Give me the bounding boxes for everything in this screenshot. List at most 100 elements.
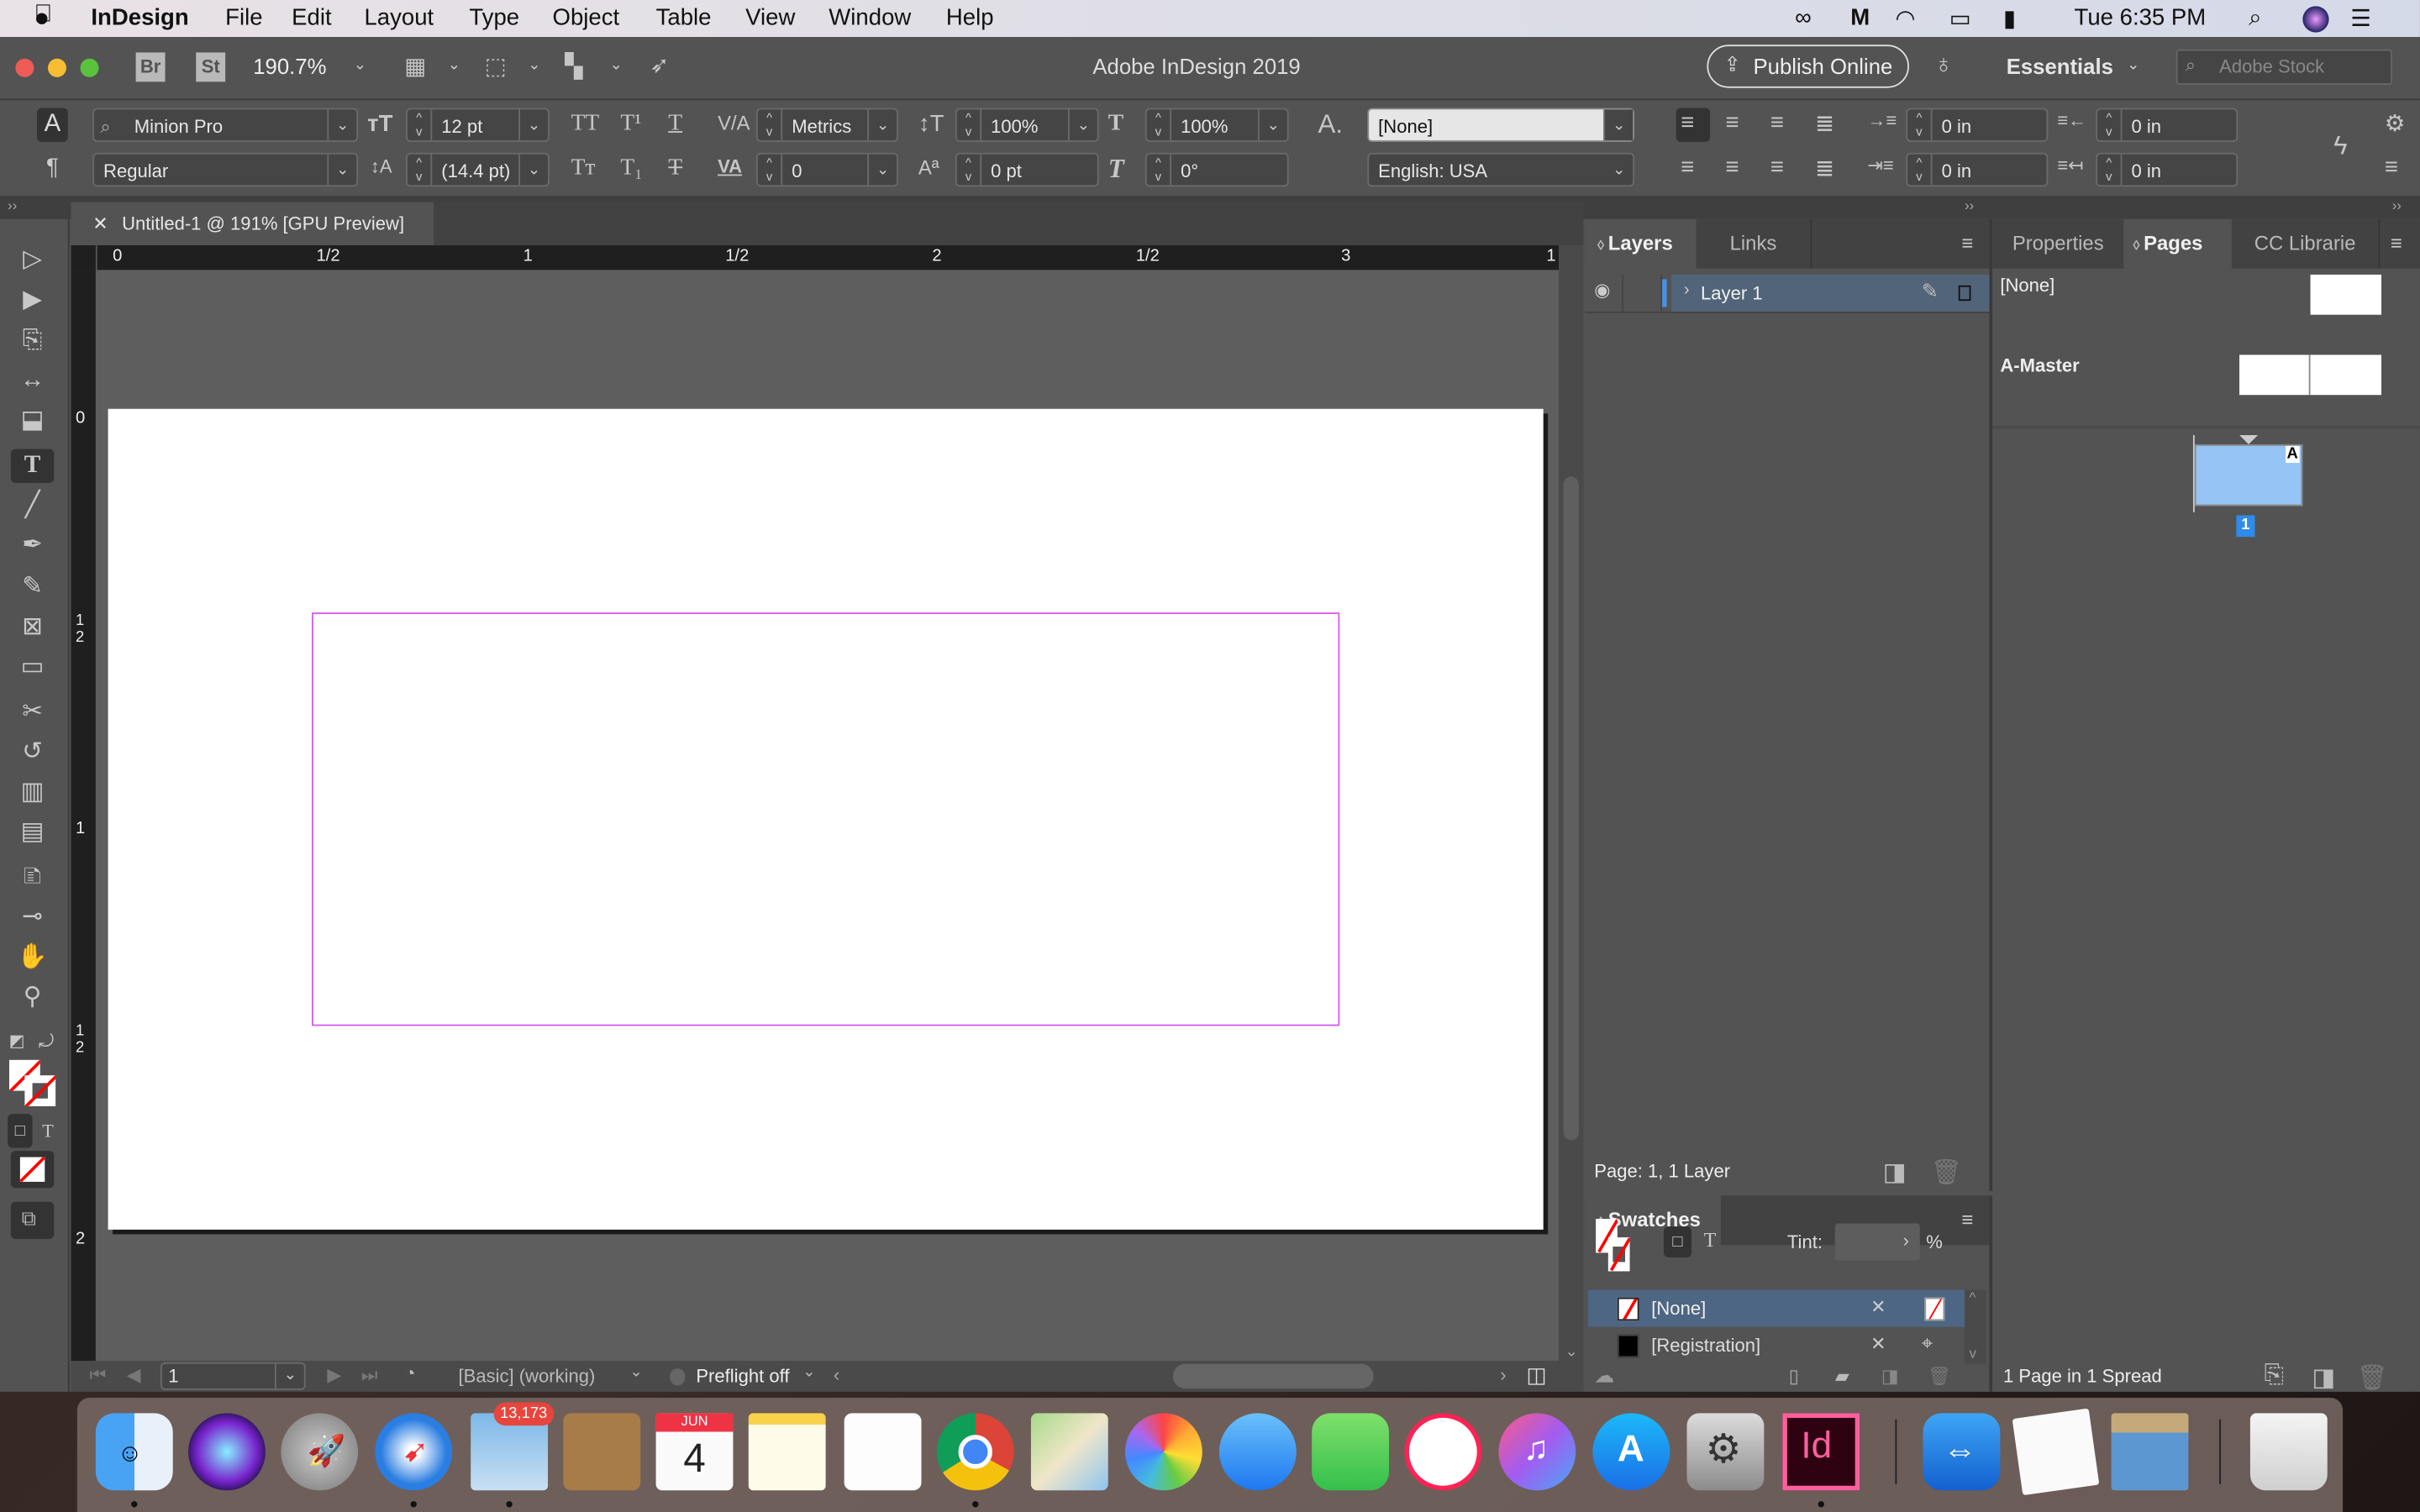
ruler-origin[interactable] (71, 245, 97, 270)
menu-app-name[interactable]: InDesign (91, 5, 188, 31)
menu-file[interactable]: File (225, 5, 262, 31)
edit-page-size-icon[interactable]: ⎘ (2264, 1362, 2284, 1390)
last-line-indent-field[interactable]: ^ v 0 in (2096, 152, 2238, 187)
scissors-tool-icon[interactable]: ✂ (11, 696, 54, 729)
document-page[interactable] (108, 408, 1544, 1230)
dock-itunes[interactable]: ♫ (1498, 1413, 1576, 1491)
chevron-down-icon[interactable]: ⌄ (274, 1363, 304, 1389)
vertical-scrollbar[interactable]: ⌄ (1559, 245, 1584, 1378)
lightbulb-icon[interactable]: ♁ (1933, 50, 1953, 81)
font-style-field[interactable]: Regular ⌄ (92, 152, 359, 187)
dock-textedit[interactable] (2012, 1408, 2100, 1496)
dock-indesign[interactable]: Id (1782, 1413, 1860, 1491)
zoom-level[interactable]: 190.7% (253, 54, 326, 78)
chevron-down-icon[interactable]: ⌄ (867, 109, 897, 141)
chevron-down-icon[interactable]: ⌄ (327, 109, 356, 141)
dock-launchpad[interactable]: 🚀 (281, 1413, 359, 1491)
apple-logo-icon[interactable]: ● (34, 3, 50, 34)
hand-tool-icon[interactable]: ✋ (11, 941, 54, 974)
zoom-tool-icon[interactable]: ⚲ (11, 981, 54, 1015)
menu-view[interactable]: View (745, 5, 795, 31)
layer-name[interactable]: Layer 1 (1701, 282, 1763, 304)
small-caps-icon[interactable]: Tт (571, 156, 596, 182)
screen-mode-icon[interactable]: ⬚ (485, 52, 507, 80)
align-left-button[interactable]: ≡ (1676, 108, 1711, 142)
menu-layout[interactable]: Layout (364, 5, 434, 31)
subscript-icon[interactable]: T₁ (620, 156, 642, 182)
tab-cc-libraries[interactable]: CC Librarie (2232, 218, 2381, 269)
dock-mail[interactable]: 13,173 (471, 1402, 554, 1491)
chevron-down-icon[interactable]: ⌄ (327, 154, 356, 186)
pencil-tool-icon[interactable]: ✎ (11, 571, 54, 605)
stepper-icon[interactable]: ^ v (1147, 109, 1172, 141)
layer-row[interactable]: ◉ › Layer 1 ✎ (1585, 274, 1990, 313)
dock-siri[interactable] (188, 1413, 266, 1491)
gear-icon[interactable]: ⚙ (2385, 109, 2406, 137)
tab-properties[interactable]: Properties (1992, 219, 2123, 269)
dock-reminders[interactable] (844, 1413, 922, 1491)
stepper-icon[interactable]: ^ v (957, 154, 982, 186)
expand-layer-icon[interactable]: › (1684, 281, 1690, 299)
trash-icon[interactable]: 🗑 (1928, 1365, 1951, 1387)
vertical-scroll-thumb[interactable] (1563, 476, 1579, 1141)
new-page-icon[interactable]: ◨ (2312, 1362, 2335, 1394)
add-to-cc-library-icon[interactable]: ☁ (1594, 1364, 1614, 1389)
note-tool-icon[interactable]: 🗈 (11, 861, 54, 895)
menu-help[interactable]: Help (946, 5, 994, 31)
stepper-icon[interactable]: ^ v (957, 109, 982, 141)
close-tab-icon[interactable]: ✕ (92, 202, 108, 245)
swatches-scrollbar[interactable]: ^ v (1965, 1289, 1986, 1364)
character-style-field[interactable]: [None] ⌄ (1367, 108, 1635, 142)
kerning-field[interactable]: ^ v Metrics ⌄ (755, 108, 898, 142)
chevron-down-icon[interactable]: ⌄ (867, 154, 897, 186)
dock-trash[interactable] (2249, 1413, 2328, 1491)
scroll-left-icon[interactable]: ‹ (834, 1364, 839, 1386)
default-fill-stroke-icon[interactable]: ◩ (5, 1025, 29, 1058)
swatch-row-registration[interactable]: [Registration] ✕ ⌖ (1588, 1327, 1965, 1364)
stepper-icon[interactable]: ^ v (408, 154, 433, 186)
content-collector-tool-icon[interactable]: ⬓ (11, 404, 54, 438)
show-swatch-types-icon[interactable]: ▯ (1789, 1365, 1799, 1387)
lock-toggle[interactable] (1622, 274, 1663, 312)
language-field[interactable]: English: USA ⌄ (1367, 152, 1635, 187)
chevron-down-icon[interactable]: ⌄ (1603, 109, 1634, 141)
notification-center-icon[interactable]: ☰ (2350, 5, 2371, 32)
trash-icon[interactable]: 🗑 (2357, 1362, 2388, 1394)
character-formatting-mode-button[interactable]: A (37, 108, 68, 142)
formatting-affects-container-button[interactable]: □ (1663, 1226, 1692, 1257)
dock-contacts[interactable] (563, 1413, 641, 1491)
page-number-badge[interactable]: 1 (2236, 515, 2255, 538)
new-swatch-icon[interactable]: ◨ (1881, 1365, 1899, 1387)
first-page-icon[interactable]: ⏮ (90, 1364, 107, 1388)
menu-edit[interactable]: Edit (292, 5, 331, 31)
workspace-dropdown-icon[interactable]: ⌄ (2127, 57, 2139, 74)
paragraph-formatting-mode-button[interactable]: ¶ (37, 151, 68, 185)
justify-left-icon[interactable]: ≡ (1681, 155, 1694, 181)
font-size-field[interactable]: ^ v 12 pt ⌄ (406, 108, 550, 142)
stock-button[interactable]: St (196, 52, 226, 82)
scroll-down-icon[interactable]: ⌄ (1565, 1344, 1577, 1361)
scroll-up-icon[interactable]: ^ (1970, 1289, 1976, 1305)
page-tool-icon[interactable]: ⎘ (11, 324, 54, 358)
scroll-down-icon[interactable]: v (1970, 1346, 1976, 1361)
trash-icon[interactable]: 🗑 (1931, 1158, 1962, 1189)
master-row-none[interactable]: [None] (1992, 274, 2396, 327)
page-thumbnail-group[interactable]: A 1 (2192, 434, 2317, 543)
stepper-icon[interactable]: ^ v (1907, 154, 1933, 186)
eye-visibility-icon[interactable]: ◉ (1594, 279, 1610, 301)
siri-icon[interactable] (2302, 6, 2329, 33)
publish-online-button[interactable]: ⇪ Publish Online (1707, 45, 1909, 88)
arrange-documents-icon[interactable]: ▚ (565, 52, 582, 80)
gap-tool-icon[interactable]: ↔ (11, 364, 54, 397)
tracking-field[interactable]: ^ v 0 ⌄ (755, 152, 898, 187)
expand-tools-icon[interactable]: ›› (8, 197, 17, 213)
gradient-swatch-tool-icon[interactable]: ▥ (11, 776, 54, 810)
malwarebytes-icon[interactable]: M (1850, 5, 1870, 31)
selection-square-icon[interactable] (1958, 285, 1971, 302)
horizontal-scale-field[interactable]: ^ v 100% ⌄ (1144, 108, 1289, 142)
menu-type[interactable]: Type (469, 5, 519, 31)
line-tool-icon[interactable]: ╱ (11, 489, 54, 522)
horizontal-ruler[interactable]: 0 1/2 1 1/2 2 1/2 3 1 (71, 245, 1560, 270)
align-away-from-spine-icon[interactable]: ≣ (1815, 155, 1834, 182)
view-options-icon[interactable]: ▦ (404, 52, 426, 80)
